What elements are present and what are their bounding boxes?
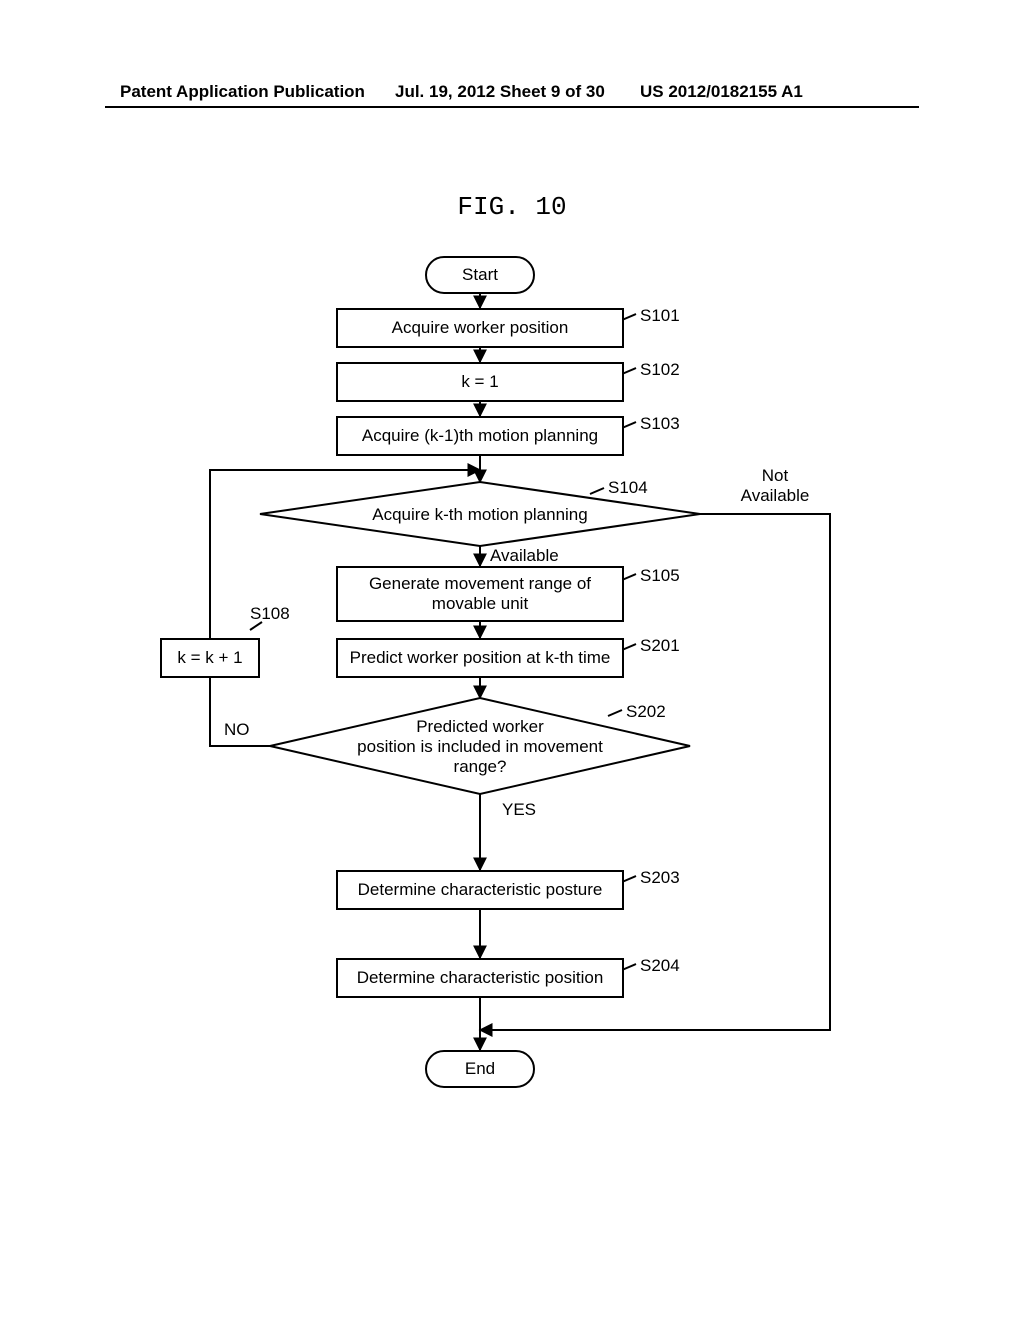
s105-node: Generate movement range of movable unit — [336, 566, 624, 622]
s108-label: S108 — [250, 604, 290, 624]
svg-text:position is included in moveme: position is included in movement — [357, 737, 603, 756]
s202-label: S202 — [626, 702, 666, 722]
header-rule — [105, 106, 919, 108]
start-node: Start — [425, 256, 535, 294]
s201-node: Predict worker position at k-th time — [336, 638, 624, 678]
s103-node: Acquire (k-1)th motion planning — [336, 416, 624, 456]
s102-node: k = 1 — [336, 362, 624, 402]
flowchart: Acquire k-th motion planning Predicted w… — [190, 250, 890, 1190]
s108-node: k = k + 1 — [160, 638, 260, 678]
svg-text:Predicted worker: Predicted worker — [416, 717, 544, 736]
svg-text:range?: range? — [454, 757, 507, 776]
s201-label: S201 — [640, 636, 680, 656]
s104-text: Acquire k-th motion planning — [372, 505, 587, 524]
s203-label: S203 — [640, 868, 680, 888]
end-node: End — [425, 1050, 535, 1088]
s203-node: Determine characteristic posture — [336, 870, 624, 910]
header-left: Patent Application Publication — [120, 82, 365, 102]
figure-title: FIG. 10 — [0, 192, 1024, 222]
s204-label: S204 — [640, 956, 680, 976]
s101-label: S101 — [640, 306, 680, 326]
s204-node: Determine characteristic position — [336, 958, 624, 998]
header-middle: Jul. 19, 2012 Sheet 9 of 30 — [395, 82, 605, 102]
s103-label: S103 — [640, 414, 680, 434]
s104-label: S104 — [608, 478, 648, 498]
header-right: US 2012/0182155 A1 — [640, 82, 803, 102]
s101-node: Acquire worker position — [336, 308, 624, 348]
s105-label: S105 — [640, 566, 680, 586]
s102-label: S102 — [640, 360, 680, 380]
yes-label: YES — [502, 800, 536, 820]
not-available-label: NotAvailable — [730, 466, 820, 506]
available-label: Available — [490, 546, 559, 566]
no-label: NO — [224, 720, 250, 740]
